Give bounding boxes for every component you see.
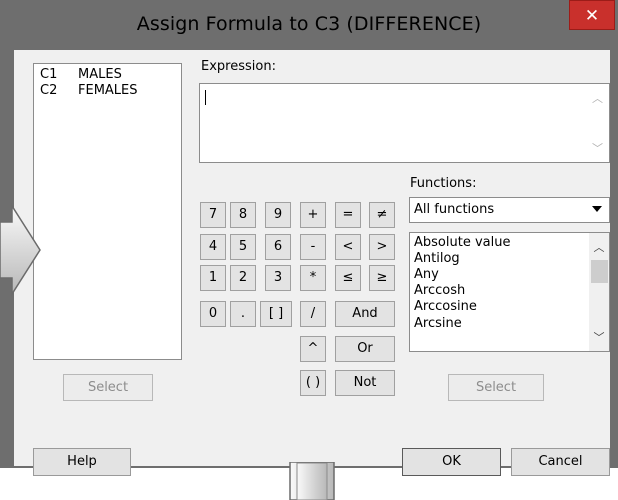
function-item[interactable]: Antilog	[414, 251, 460, 266]
key-5[interactable]: 5	[230, 234, 256, 260]
key-and[interactable]: And	[335, 301, 395, 327]
variable-list[interactable]: C1 MALES C2 FEMALES	[33, 63, 182, 360]
function-list[interactable]: Absolute value Antilog Any Arccosh Arcco…	[409, 232, 610, 352]
key-1[interactable]: 1	[200, 265, 226, 291]
select-variable-button[interactable]: Select	[63, 374, 153, 401]
key-6[interactable]: 6	[265, 234, 291, 260]
scroll-down-icon[interactable]: ﹀	[589, 329, 609, 345]
function-item[interactable]: Any	[414, 267, 439, 282]
assign-formula-dialog: Assign Formula to C3 (DIFFERENCE) ✕ C1 MA…	[0, 0, 618, 476]
key-brackets[interactable]: [ ]	[260, 301, 292, 327]
key-greater-equal[interactable]: ≥	[369, 265, 395, 291]
key-not[interactable]: Not	[335, 370, 395, 396]
expression-label: Expression:	[201, 59, 276, 74]
key-less-than[interactable]: <	[335, 234, 361, 260]
key-plus[interactable]: +	[300, 202, 326, 228]
scrollbar-thumb[interactable]	[591, 260, 608, 283]
chevron-down-icon[interactable]	[587, 200, 607, 220]
key-multiply[interactable]: *	[300, 265, 326, 291]
variable-item[interactable]: C1 MALES	[40, 67, 122, 82]
key-less-equal[interactable]: ≤	[335, 265, 361, 291]
functions-label: Functions:	[410, 176, 477, 191]
dialog-body: C1 MALES C2 FEMALES Select Expression: ︿ ﹀…	[14, 50, 610, 476]
key-greater-than[interactable]: >	[369, 234, 395, 260]
key-not-equal[interactable]: ≠	[369, 202, 395, 228]
key-power[interactable]: ^	[300, 336, 326, 362]
key-7[interactable]: 7	[200, 202, 226, 228]
function-item[interactable]: Absolute value	[414, 235, 510, 250]
key-4[interactable]: 4	[200, 234, 226, 260]
close-icon: ✕	[584, 6, 600, 26]
cancel-button[interactable]: Cancel	[511, 448, 610, 476]
right-arrow-icon	[0, 203, 41, 297]
scroll-up-icon[interactable]: ︿	[592, 90, 603, 106]
help-button[interactable]: Help	[33, 448, 131, 476]
title-bar: Assign Formula to C3 (DIFFERENCE) ✕	[0, 0, 618, 50]
down-arrow-icon	[289, 462, 335, 500]
key-8[interactable]: 8	[230, 202, 256, 228]
function-item[interactable]: Arccosine	[414, 299, 477, 314]
variable-id: C1	[40, 67, 58, 82]
expression-input[interactable]: ︿ ﹀	[199, 83, 610, 163]
key-9[interactable]: 9	[265, 202, 291, 228]
key-equals[interactable]: =	[335, 202, 361, 228]
text-caret	[205, 90, 206, 105]
key-2[interactable]: 2	[230, 265, 256, 291]
function-item[interactable]: Arcsine	[414, 316, 462, 331]
function-category-select[interactable]: All functions	[409, 197, 610, 223]
ok-button[interactable]: OK	[402, 448, 501, 476]
key-parentheses[interactable]: ( )	[300, 370, 326, 396]
key-0[interactable]: 0	[200, 301, 226, 327]
dialog-title: Assign Formula to C3 (DIFFERENCE)	[136, 13, 482, 35]
key-3[interactable]: 3	[265, 265, 291, 291]
key-or[interactable]: Or	[335, 336, 395, 362]
key-divide[interactable]: /	[300, 301, 326, 327]
variable-item[interactable]: C2 FEMALES	[40, 83, 138, 98]
key-decimal[interactable]: .	[230, 301, 256, 327]
close-button[interactable]: ✕	[569, 0, 615, 30]
function-category-value: All functions	[414, 202, 495, 217]
select-function-button[interactable]: Select	[448, 374, 544, 401]
variable-name: FEMALES	[78, 83, 138, 98]
scroll-up-icon[interactable]: ︿	[589, 239, 609, 255]
function-item[interactable]: Arccosh	[414, 283, 465, 298]
scroll-down-icon[interactable]: ﹀	[592, 140, 603, 156]
variable-name: MALES	[78, 67, 122, 82]
function-scrollbar[interactable]: ︿ ﹀	[589, 233, 609, 351]
variable-id: C2	[40, 83, 58, 98]
key-minus[interactable]: -	[300, 234, 326, 260]
